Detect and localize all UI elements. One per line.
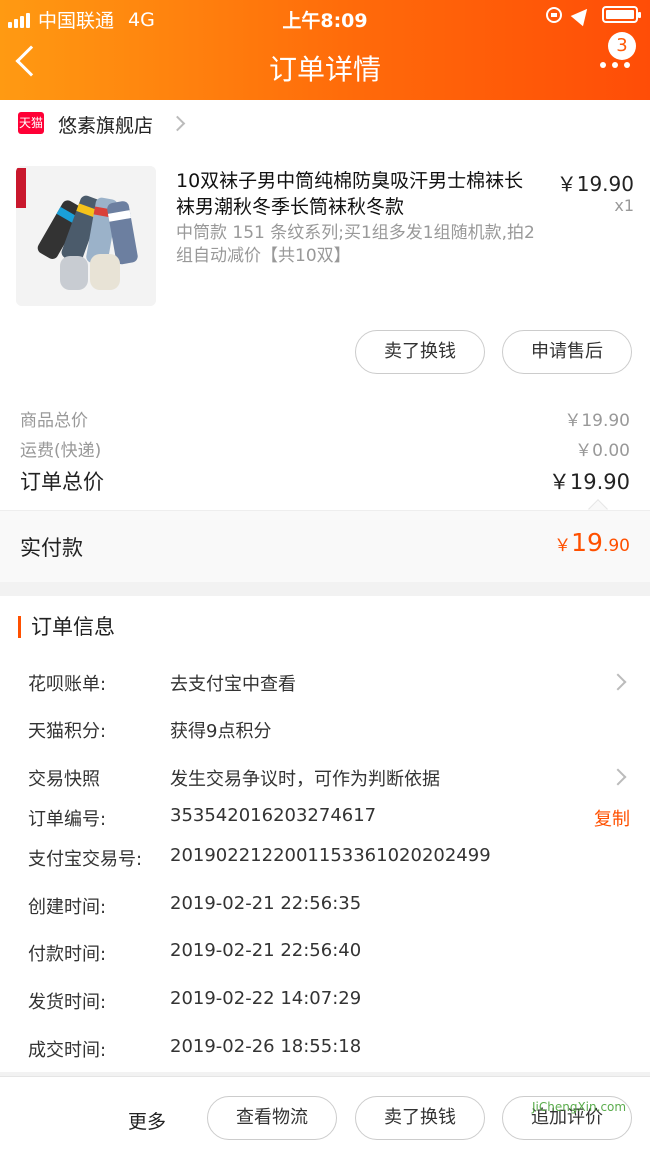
goods-total-label: 商品总价 (20, 411, 88, 431)
info-key: 交易快照 (28, 769, 100, 790)
shipping-label: 运费(快递) (20, 441, 102, 461)
info-value: 获得9点积分 (170, 721, 272, 742)
paid-label: 实付款 (20, 536, 83, 560)
view-logistics-button[interactable]: 查看物流 (207, 1096, 337, 1140)
battery-icon (602, 6, 641, 23)
paid-amount-row: 实付款 ￥19.90 (0, 510, 650, 582)
info-key: 天猫积分: (28, 721, 107, 742)
order-total-label: 订单总价 (20, 470, 104, 494)
chevron-right-icon (169, 115, 186, 132)
paid-amount: ￥19.90 (554, 528, 630, 557)
info-key: 付款时间: (28, 944, 107, 965)
info-value: 去支付宝中查看 (170, 674, 296, 695)
copy-button[interactable]: 复制 (594, 805, 630, 831)
huabei-bill-row[interactable]: 花呗账单: 去支付宝中查看 (0, 670, 650, 700)
info-key: 成交时间: (28, 1040, 107, 1061)
shipped-time-row: 发货时间: 2019-02-22 14:07:29 (0, 988, 650, 1018)
goods-total-value: ￥19.90 (564, 411, 630, 431)
resell-button-bottom[interactable]: 卖了换钱 (355, 1096, 485, 1140)
tmall-logo-icon: 天猫 (18, 112, 44, 134)
info-key: 创建时间: (28, 897, 107, 918)
info-value: 2019-02-21 22:56:40 (170, 940, 362, 961)
paid-time-row: 付款时间: 2019-02-21 22:56:40 (0, 940, 650, 970)
page-title: 订单详情 (268, 53, 381, 86)
status-bar: 中国联通 4G 上午8:09 (0, 0, 650, 34)
tmall-points-row: 天猫积分: 获得9点积分 (0, 717, 650, 747)
order-number-row: 订单编号: 353542016203274617 复制 (0, 805, 650, 835)
closed-time-row: 成交时间: 2019-02-26 18:55:18 (0, 1036, 650, 1066)
shop-name: 悠素旗舰店 (58, 115, 154, 137)
goods-total-row: 商品总价 ￥19.90 (20, 406, 630, 431)
header-bar: 中国联通 4G 上午8:09 订单详情 3 (0, 0, 650, 100)
info-value: 2019-02-22 14:07:29 (170, 988, 362, 1009)
info-key: 支付宝交易号: (28, 849, 143, 870)
order-total-row: 订单总价 ￥19.90 (20, 466, 630, 496)
product-quantity: x1 (614, 196, 634, 215)
info-value: 发生交易争议时，可作为判断依据 (170, 769, 440, 790)
info-value: 2019022122001153361020202499 (170, 845, 491, 866)
chevron-right-icon (609, 673, 627, 691)
info-value: 353542016203274617 (170, 805, 377, 826)
location-icon (570, 3, 594, 26)
paid-currency: ￥ (554, 536, 572, 556)
product-title[interactable]: 10双袜子男中筒纯棉防臭吸汗男士棉袜长袜男潮秋冬季长筒袜秋冬款 (176, 168, 536, 220)
created-time-row: 创建时间: 2019-02-21 22:56:35 (0, 893, 650, 923)
orientation-lock-icon (546, 6, 562, 23)
info-key: 发货时间: (28, 992, 107, 1013)
snapshot-row[interactable]: 交易快照 发生交易争议时，可作为判断依据 (0, 765, 650, 795)
info-key: 订单编号: (28, 809, 107, 830)
order-total-value: ￥19.90 (548, 470, 630, 494)
resell-button[interactable]: 卖了换钱 (355, 330, 485, 374)
message-count-badge: 3 (608, 32, 636, 60)
info-value: 2019-02-26 18:55:18 (170, 1036, 362, 1057)
info-key: 花呗账单: (28, 674, 107, 695)
after-sales-button[interactable]: 申请售后 (502, 330, 632, 374)
shop-row[interactable]: 天猫 悠素旗舰店 (0, 100, 650, 148)
alipay-trade-row: 支付宝交易号: 2019022122001153361020202499 (0, 845, 650, 875)
product-thumbnail[interactable] (16, 166, 156, 306)
paid-integer: 19 (571, 528, 603, 557)
more-actions-button[interactable]: 更多 (128, 1107, 166, 1134)
paid-decimal: .90 (602, 536, 630, 556)
price-summary: 商品总价 ￥19.90 运费(快递) ￥0.00 订单总价 ￥19.90 (0, 386, 650, 519)
watermark: JiChengXin.com (532, 1100, 627, 1114)
product-price: ￥19.90 (556, 172, 634, 196)
info-value: 2019-02-21 22:56:35 (170, 893, 362, 914)
order-info-section: 订单信息 花呗账单: 去支付宝中查看 天猫积分: 获得9点积分 交易快照 发生交… (0, 596, 650, 1072)
order-item: 10双袜子男中筒纯棉防臭吸汗男士棉袜长袜男潮秋冬季长筒袜秋冬款 中筒款 151 … (0, 148, 650, 386)
more-menu-icon[interactable] (600, 62, 630, 68)
order-info-title: 订单信息 (18, 616, 115, 638)
product-sku: 中筒款 151 条纹系列;买1组多发1组随机款,拍2组自动减价【共10双】 (176, 223, 535, 266)
shipping-value: ￥0.00 (575, 441, 630, 461)
bottom-action-bar: 更多 查看物流 卖了换钱 追加评价 (0, 1076, 650, 1155)
shipping-row: 运费(快递) ￥0.00 (20, 436, 630, 461)
chevron-right-icon (609, 768, 627, 786)
